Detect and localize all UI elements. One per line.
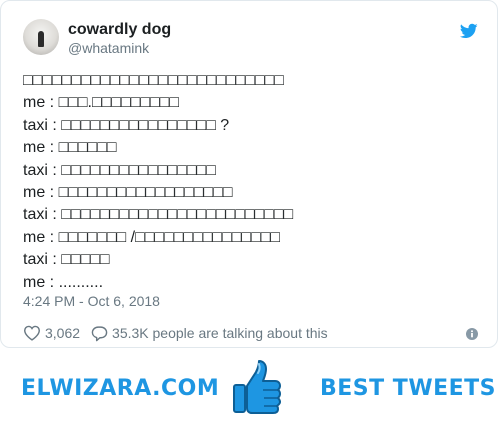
tweet-card[interactable]: cowardly dog @whatamink □□□□□□□□□□□□□□□□… [0, 0, 498, 348]
tweet-line: taxi : □□□□□□□□□□□□□□□□ ? [23, 116, 230, 134]
site-name: ELWIZARA.COM [21, 376, 220, 401]
slogan: BEST TWEETS [320, 376, 496, 401]
like-count: 3,062 [45, 325, 81, 341]
tweet-line: taxi : □□□□□ [23, 251, 110, 269]
tweet-line: me : □□□□□□□□□□□□□□□□□□ [23, 183, 233, 201]
tweet-line: me : .......... [23, 273, 104, 291]
avatar[interactable] [23, 19, 59, 55]
heart-icon [23, 325, 41, 341]
display-name[interactable]: cowardly dog [68, 21, 171, 39]
user-handle[interactable]: @whatamink [68, 40, 149, 56]
tweet-line: me : □□□□□□ [23, 139, 117, 157]
action-bar: 3,062 35.3K people are talking about thi… [23, 323, 328, 343]
avatar-figure [38, 31, 44, 47]
thumbs-up-icon [233, 360, 281, 414]
tweet-line: taxi : □□□□□□□□□□□□□□□□□□□□□□□□ [23, 206, 294, 224]
tweet-line: taxi : □□□□□□□□□□□□□□□□ [23, 161, 216, 179]
footer-banner: ELWIZARA.COM BEST TWEETS [0, 352, 500, 427]
talking-about-link[interactable]: 35.3K people are talking about this [112, 325, 328, 341]
tweet-timestamp[interactable]: 4:24 PM - Oct 6, 2018 [23, 293, 160, 309]
reply-button[interactable]: 35.3K people are talking about this [91, 325, 328, 342]
tweet-line: □□□□□□□□□□□□□□□□□□□□□□□□□□□ [23, 72, 284, 89]
like-button[interactable]: 3,062 [23, 325, 91, 341]
speech-bubble-icon [91, 325, 108, 341]
twitter-bird-icon[interactable] [459, 22, 479, 40]
tweet-text: □□□□□□□□□□□□□□□□□□□□□□□□□□□ me : □□□.□□□… [23, 70, 483, 294]
info-icon[interactable] [466, 328, 478, 340]
tweet-line: me : □□□.□□□□□□□□□ [23, 94, 179, 112]
tweet-line: me : □□□□□□□ /□□□□□□□□□□□□□□□ [23, 228, 281, 246]
